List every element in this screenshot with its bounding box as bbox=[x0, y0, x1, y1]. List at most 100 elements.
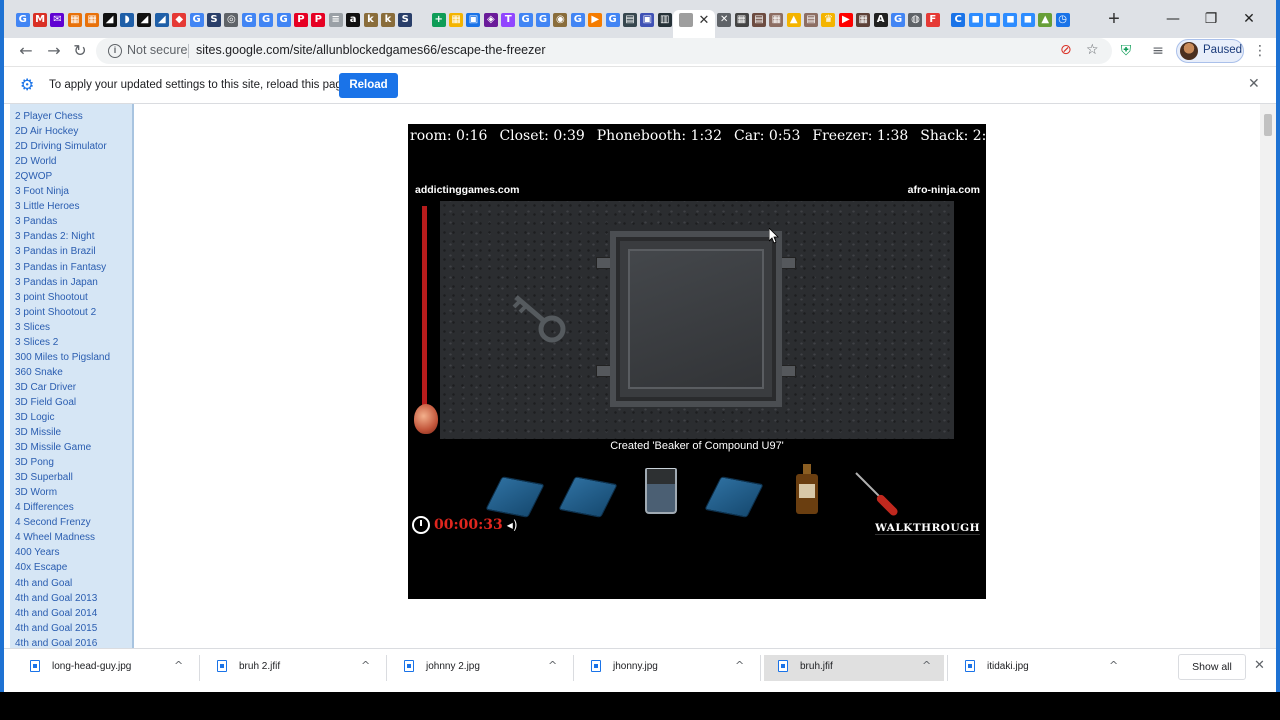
credit-addictinggames[interactable]: addictinggames.com bbox=[415, 184, 519, 196]
sidebar-game-link[interactable]: 2D Driving Simulator bbox=[15, 139, 110, 154]
freezer-door[interactable] bbox=[610, 231, 782, 407]
chevron-up-icon[interactable]: ^ bbox=[735, 659, 744, 672]
browser-tab[interactable]: G bbox=[188, 10, 205, 30]
restore-button[interactable]: ❐ bbox=[1192, 4, 1230, 34]
sidebar-game-link[interactable]: 3 Slices 2 bbox=[15, 335, 110, 350]
sidebar-game-link[interactable]: 4th and Goal 2013 bbox=[15, 591, 110, 606]
browser-tab[interactable]: ◈ bbox=[482, 10, 499, 30]
url-text[interactable]: sites.google.com/site/allunblockedgames6… bbox=[196, 43, 546, 57]
sidebar-game-link[interactable]: 3D Field Goal bbox=[15, 395, 110, 410]
sidebar-game-link[interactable]: 4 Wheel Madness bbox=[15, 530, 110, 545]
inventory-ice-block[interactable] bbox=[558, 462, 618, 518]
browser-tab[interactable]: G bbox=[889, 10, 906, 30]
browser-tab[interactable]: ◢ bbox=[153, 10, 170, 30]
browser-tab[interactable]: ♛ bbox=[820, 10, 837, 30]
browser-tab[interactable]: ✕ bbox=[715, 10, 732, 30]
close-tab-icon[interactable]: ✕ bbox=[699, 12, 710, 28]
browser-tab[interactable]: + bbox=[430, 10, 447, 30]
page-scrollbar[interactable] bbox=[1260, 104, 1276, 648]
sidebar-game-link[interactable]: 300 Miles to Pigsland bbox=[15, 350, 110, 365]
browser-tab[interactable]: ▲ bbox=[785, 10, 802, 30]
browser-tab[interactable]: G bbox=[275, 10, 292, 30]
browser-tab[interactable]: ▶ bbox=[587, 10, 604, 30]
sidebar-game-link[interactable]: 3D Worm bbox=[15, 485, 110, 500]
downloads-close-icon[interactable]: ✕ bbox=[1254, 658, 1265, 673]
sidebar-game-link[interactable]: 3D Superball bbox=[15, 470, 110, 485]
scroll-thumb[interactable] bbox=[1264, 114, 1272, 136]
sidebar-game-link[interactable]: 2 Player Chess bbox=[15, 109, 110, 124]
media-control-icon[interactable]: ≡ bbox=[1146, 40, 1170, 64]
inventory-ice-block[interactable] bbox=[704, 462, 764, 518]
inventory-bottle[interactable] bbox=[779, 462, 834, 514]
sidebar-game-link[interactable]: 3 Slices bbox=[15, 320, 110, 335]
browser-tab[interactable]: ▦ bbox=[855, 10, 872, 30]
sidebar-game-link[interactable]: 3 Foot Ninja bbox=[15, 184, 110, 199]
browser-tab[interactable]: ▲ bbox=[1036, 10, 1053, 30]
download-item[interactable]: bruh.jfif ^ bbox=[764, 655, 944, 681]
browser-tab[interactable]: ◼ bbox=[1002, 10, 1019, 30]
browser-tab[interactable]: S bbox=[205, 10, 222, 30]
back-button[interactable]: ← bbox=[14, 40, 38, 64]
browser-tab[interactable]: G bbox=[569, 10, 586, 30]
sidebar-game-link[interactable]: 4th and Goal 2015 bbox=[15, 621, 110, 636]
browser-tab[interactable]: P bbox=[310, 10, 327, 30]
sidebar-game-link[interactable]: 3 Pandas in Fantasy bbox=[15, 260, 110, 275]
credit-afro-ninja[interactable]: afro-ninja.com bbox=[908, 184, 980, 196]
browser-tab[interactable]: T bbox=[500, 10, 517, 30]
browser-tab[interactable]: ▦ bbox=[733, 10, 750, 30]
browser-tab[interactable]: C bbox=[950, 10, 967, 30]
download-item[interactable]: bruh 2.jfif ^ bbox=[203, 655, 383, 681]
sidebar-game-link[interactable]: 400 Years bbox=[15, 545, 110, 560]
browser-tab[interactable]: k bbox=[379, 10, 396, 30]
show-all-button[interactable]: Show all bbox=[1178, 654, 1246, 680]
sidebar-game-link[interactable]: 3 Pandas in Brazil bbox=[15, 244, 110, 259]
sidebar-game-link[interactable]: 360 Snake bbox=[15, 365, 110, 380]
chevron-up-icon[interactable]: ^ bbox=[361, 659, 370, 672]
profile-paused-button[interactable]: Paused bbox=[1176, 39, 1244, 63]
browser-tab[interactable]: A bbox=[872, 10, 889, 30]
menu-kebab-icon[interactable]: ⋮ bbox=[1248, 40, 1272, 64]
infobar-reload-button[interactable]: Reload bbox=[339, 73, 398, 98]
sidebar-game-link[interactable]: 3D Missile bbox=[15, 425, 110, 440]
sidebar-game-link[interactable]: 4 Second Frenzy bbox=[15, 515, 110, 530]
download-item[interactable]: johnny 2.jpg ^ bbox=[390, 655, 570, 681]
game-frame[interactable]: room: 0:16 Closet: 0:39 Phonebooth: 1:32 Ca… bbox=[408, 124, 986, 599]
browser-tab[interactable]: G bbox=[14, 10, 31, 30]
infobar-close-icon[interactable]: ✕ bbox=[1248, 76, 1260, 92]
chevron-up-icon[interactable]: ^ bbox=[1109, 659, 1118, 672]
address-bar[interactable]: i Not secure sites.google.com/site/allun… bbox=[96, 38, 1112, 64]
browser-tab[interactable]: ◼ bbox=[1019, 10, 1036, 30]
browser-tab[interactable]: ▥ bbox=[656, 10, 673, 30]
sidebar-game-link[interactable]: 3 point Shootout bbox=[15, 290, 110, 305]
browser-tab[interactable]: ▣ bbox=[465, 10, 482, 30]
browser-tab[interactable]: ◉ bbox=[552, 10, 569, 30]
browser-tab[interactable]: G bbox=[240, 10, 257, 30]
sidebar-game-link[interactable]: 2D World bbox=[15, 154, 110, 169]
browser-tab[interactable]: ◼ bbox=[984, 10, 1001, 30]
browser-tab[interactable]: ◆ bbox=[171, 10, 188, 30]
extension-shield-icon[interactable]: ⛨ bbox=[1114, 40, 1138, 64]
not-secure-label[interactable]: Not secure bbox=[127, 43, 187, 57]
browser-tab[interactable]: ◎ bbox=[223, 10, 240, 30]
chevron-up-icon[interactable]: ^ bbox=[174, 659, 183, 672]
sidebar-game-link[interactable]: 4th and Goal 2014 bbox=[15, 606, 110, 621]
forward-button[interactable]: → bbox=[42, 40, 66, 64]
browser-tab[interactable]: S bbox=[397, 10, 414, 30]
sidebar-game-link[interactable]: 3 Pandas in Japan bbox=[15, 275, 110, 290]
download-item[interactable]: long-head-guy.jpg ^ bbox=[16, 655, 196, 681]
browser-tab[interactable]: ◢ bbox=[101, 10, 118, 30]
browser-tab[interactable]: G bbox=[604, 10, 621, 30]
sidebar-game-link[interactable]: 4 Differences bbox=[15, 500, 110, 515]
sidebar-game-link[interactable]: 4th and Goal 2016 bbox=[15, 636, 110, 648]
sidebar-game-link[interactable]: 2QWOP bbox=[15, 169, 110, 184]
browser-tab[interactable]: ◢ bbox=[136, 10, 153, 30]
browser-tab[interactable]: ▦ bbox=[84, 10, 101, 30]
sound-icon[interactable]: ◂) bbox=[507, 518, 518, 532]
blocked-icon[interactable]: ⊘ bbox=[1060, 42, 1072, 58]
chevron-up-icon[interactable]: ^ bbox=[922, 659, 931, 672]
browser-tab[interactable]: ◍ bbox=[907, 10, 924, 30]
sidebar-game-link[interactable]: 3D Pong bbox=[15, 455, 110, 470]
sidebar-game-link[interactable]: 4th and Goal bbox=[15, 576, 110, 591]
browser-tab[interactable]: ▤ bbox=[750, 10, 767, 30]
minimize-button[interactable]: — bbox=[1154, 4, 1192, 34]
